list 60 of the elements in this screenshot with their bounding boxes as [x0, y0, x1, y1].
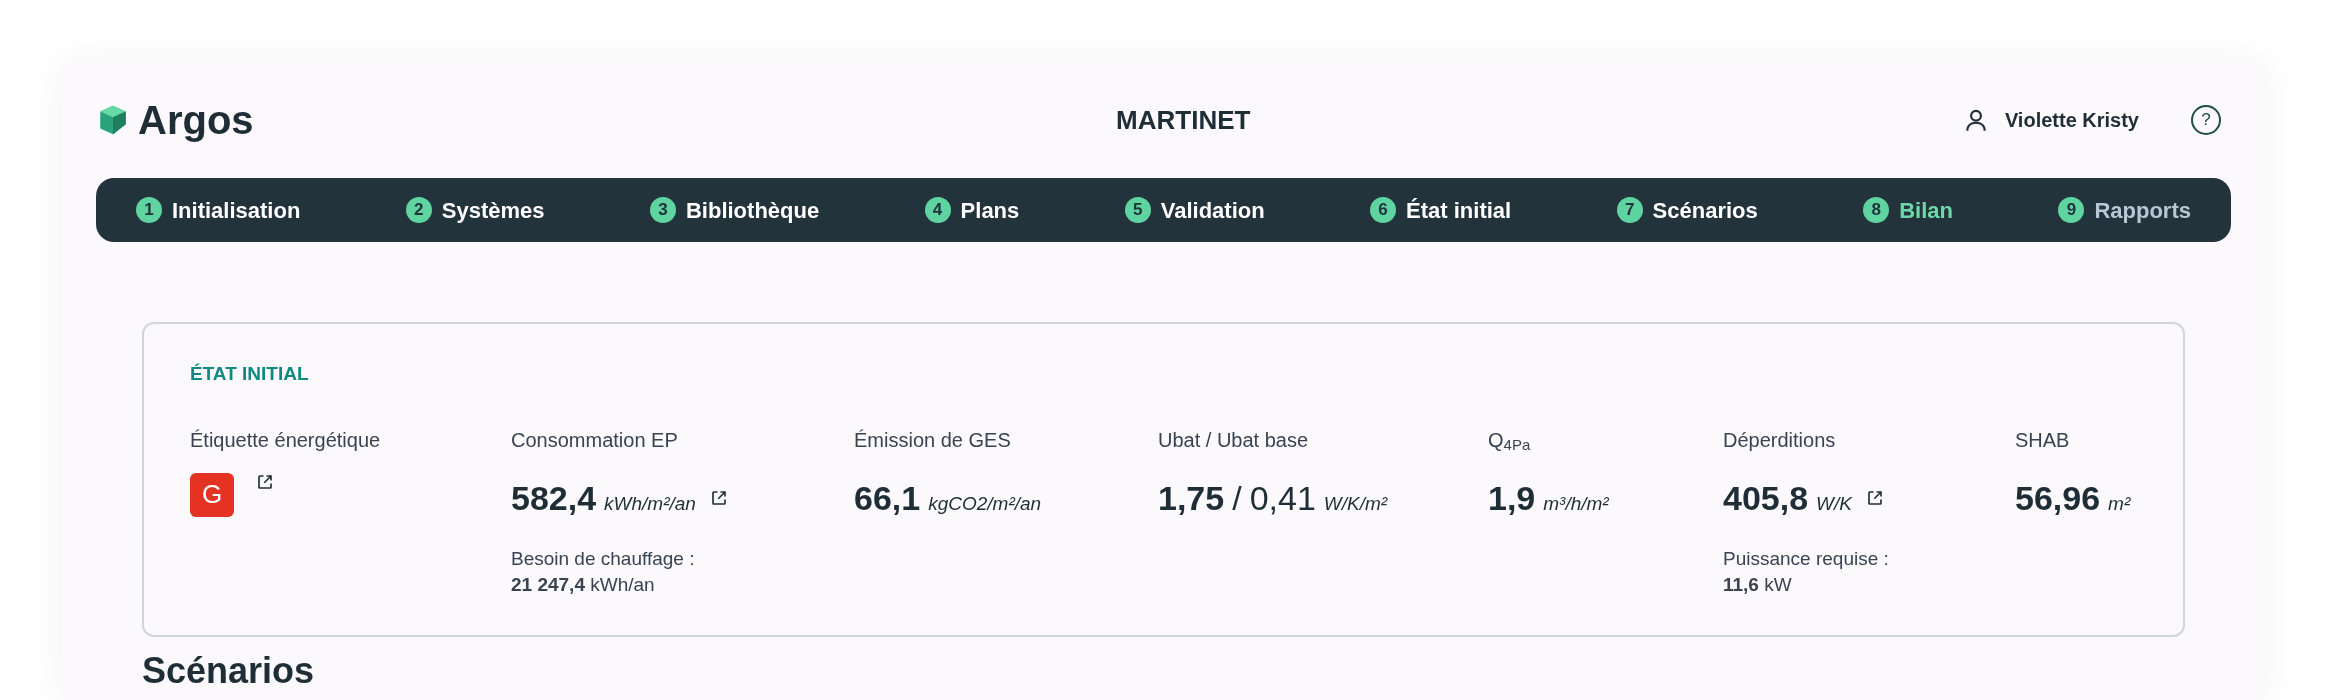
- metric-label: Étiquette énergétique: [190, 427, 382, 453]
- metric-unit: W/K: [1816, 491, 1852, 516]
- metric-unit: W/K/m²: [1323, 491, 1388, 516]
- step-number: 3: [649, 197, 676, 223]
- metric-unit: kWh/m²/an: [604, 491, 696, 516]
- ratio-separator: /: [1232, 477, 1242, 519]
- step-label[interactable]: État initial: [1406, 193, 1512, 227]
- note-label: Puissance requise :: [1723, 546, 1890, 571]
- user-name[interactable]: Violette Kristy: [2004, 105, 2139, 135]
- step-tab[interactable]: 8 Bilan: [1863, 193, 1953, 227]
- metric-unit: kgCO2/m²/an: [928, 491, 1042, 516]
- metric-value: 582,4: [511, 477, 597, 519]
- metric-value: 66,1: [854, 477, 921, 519]
- section-title: Scénarios: [142, 650, 316, 691]
- step-number: 7: [1616, 197, 1643, 223]
- card-title: ÉTAT INITIAL: [190, 362, 310, 386]
- metric-label: Q$_{4Pa}$: [1488, 427, 1532, 455]
- step-label[interactable]: Scénarios: [1652, 193, 1758, 227]
- metric-label: Déperditions: [1723, 427, 1837, 453]
- note-value: 11,6 kW: [1723, 573, 1793, 598]
- brand-name: Argos: [138, 97, 254, 144]
- metric-label: Ubat / Ubat base: [1158, 427, 1310, 453]
- step-label[interactable]: Plans: [960, 193, 1020, 227]
- step-tab[interactable]: 3 Bibliothèque: [649, 193, 820, 227]
- metric-base-value: 0,41: [1249, 477, 1316, 519]
- metric-label: Émission de GES: [854, 427, 1012, 453]
- metric-label: Consommation EP: [511, 427, 679, 453]
- help-button[interactable]: ?: [2191, 105, 2221, 135]
- energy-grade-badge: G: [190, 472, 234, 517]
- step-label[interactable]: Initialisation: [172, 193, 301, 227]
- metric-unit: m²: [2108, 491, 2131, 516]
- metric-unit: m³/h/m²: [1543, 491, 1609, 516]
- step-number: 6: [1370, 197, 1397, 223]
- external-link-icon[interactable]: [256, 472, 274, 491]
- metric-value: 1,9: [1488, 477, 1536, 519]
- step-label[interactable]: Bilan: [1899, 193, 1953, 227]
- step-tab[interactable]: 4 Plans: [924, 193, 1020, 227]
- step-label[interactable]: Systèmes: [441, 193, 545, 227]
- project-title: MARTINET: [1116, 103, 1251, 137]
- step-tab[interactable]: 7 Scénarios: [1616, 193, 1758, 227]
- metric-label: SHAB: [2015, 427, 2071, 453]
- note-value: 21 247,4 kWh/an: [511, 573, 656, 598]
- step-tab[interactable]: 6 État initial: [1370, 193, 1512, 227]
- step-tab[interactable]: 1 Initialisation: [136, 193, 301, 227]
- step-number: 2: [405, 197, 432, 223]
- metric-value: 1,75: [1158, 477, 1225, 519]
- external-link-icon[interactable]: [1866, 489, 1884, 507]
- step-number: 5: [1124, 197, 1151, 223]
- step-tab[interactable]: 5 Validation: [1124, 193, 1265, 227]
- step-tab[interactable]: 2 Systèmes: [405, 193, 545, 227]
- step-label[interactable]: Validation: [1160, 193, 1265, 227]
- step-number: 1: [136, 197, 162, 223]
- step-number: 9: [2058, 197, 2085, 223]
- note-label: Besoin de chauffage :: [511, 546, 696, 571]
- step-number: 4: [924, 197, 951, 223]
- external-link-icon[interactable]: [709, 489, 728, 507]
- step-label[interactable]: Bibliothèque: [685, 193, 820, 227]
- step-number: 8: [1863, 197, 1890, 223]
- metric-value: 56,96: [2015, 477, 2101, 519]
- metric-value: 405,8: [1723, 477, 1809, 519]
